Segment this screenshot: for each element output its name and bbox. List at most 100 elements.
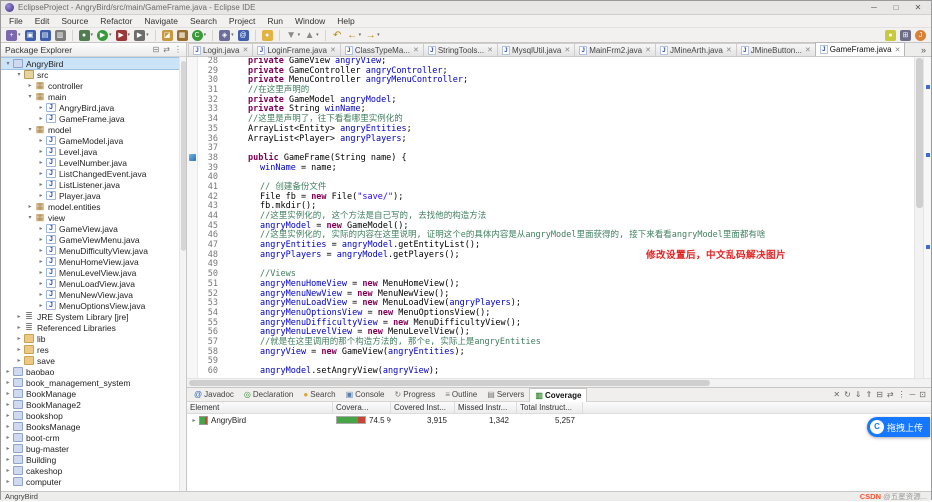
collapsed-arrow-icon[interactable]: ▸	[37, 170, 45, 177]
editor-tab-login-java[interactable]: JLogin.java✕	[188, 43, 253, 56]
view-menu-icon[interactable]: ⋮	[898, 390, 906, 399]
tree-item-gameframe-java[interactable]: ▸JGameFrame.java	[1, 113, 186, 124]
expanded-arrow-icon[interactable]: ▾	[26, 126, 34, 133]
bottom-tab-servers[interactable]: ▤Servers	[482, 388, 529, 402]
explorer-scrollbar-thumb[interactable]	[181, 61, 186, 251]
tree-item-bookshop[interactable]: ▸bookshop	[1, 410, 186, 421]
coverage-row-element[interactable]: ▸AngryBird	[187, 414, 333, 426]
close-tab-icon[interactable]: ✕	[726, 46, 732, 54]
menu-help[interactable]: Help	[331, 15, 360, 27]
toolbar-external-tools-button[interactable]: ▶▾	[133, 29, 150, 42]
toolbar-last-edit-location-button[interactable]: ↶	[331, 29, 344, 42]
tree-item-gameviewmenu-java[interactable]: ▸JGameViewMenu.java	[1, 234, 186, 245]
toolbar-create-jar-button[interactable]: ◈▾	[218, 29, 235, 42]
toolbar-javadoc-button[interactable]: @	[237, 29, 250, 42]
collapsed-arrow-icon[interactable]: ▸	[37, 104, 45, 111]
toolbar-previous-annotation-button[interactable]: ▲▾	[303, 29, 320, 42]
explorer-scrollbar[interactable]	[179, 57, 186, 491]
collapsed-arrow-icon[interactable]: ▸	[4, 456, 12, 463]
menu-source[interactable]: Source	[55, 15, 94, 27]
collapsed-arrow-icon[interactable]: ▸	[37, 137, 45, 144]
expanded-arrow-icon[interactable]: ▾	[26, 93, 34, 100]
bottom-tab-progress[interactable]: ↻Progress	[390, 388, 441, 402]
collapsed-arrow-icon[interactable]: ▸	[37, 159, 45, 166]
tree-item-baobao[interactable]: ▸baobao	[1, 366, 186, 377]
tree-item-menuloadview-java[interactable]: ▸JMenuLoadView.java	[1, 278, 186, 289]
code-line[interactable]: File fb = new File("save/");	[222, 193, 914, 203]
coverage-table-row[interactable]: ▸AngryBird74.5 %3,9151,3425,257	[187, 414, 931, 426]
tree-item-model[interactable]: ▾▦model	[1, 124, 186, 135]
collapsed-arrow-icon[interactable]: ▸	[190, 417, 198, 424]
collapse-all-icon[interactable]: ⊟	[876, 390, 883, 399]
editor-tab-mainfrm2-java[interactable]: JMainFrm2.java✕	[574, 43, 656, 56]
editor-vertical-scrollbar[interactable]	[914, 57, 923, 378]
collapsed-arrow-icon[interactable]: ▸	[37, 236, 45, 243]
code-line[interactable]: angryView = new GameView(angryEntities);	[222, 348, 914, 358]
tree-item-model-entities[interactable]: ▸▦model.entities	[1, 201, 186, 212]
tree-item-gameview-java[interactable]: ▸JGameView.java	[1, 223, 186, 234]
minimize-view-icon[interactable]: ─	[910, 390, 916, 399]
toolbar-coverage-button[interactable]: ▶▾	[115, 29, 132, 42]
collapsed-arrow-icon[interactable]: ▸	[37, 181, 45, 188]
tree-item-jre-system-library-jre[interactable]: ▸≣JRE System Library [jre]	[1, 311, 186, 322]
collapsed-arrow-icon[interactable]: ▸	[26, 82, 34, 89]
view-menu-icon[interactable]: ⋮	[174, 45, 182, 54]
tree-item-main[interactable]: ▾▦main	[1, 91, 186, 102]
code-line[interactable]: private MenuController angryMenuControll…	[222, 76, 914, 86]
toolbar-save-all-button[interactable]: ▤	[39, 29, 52, 42]
toolbar-java-perspective-button[interactable]: J	[914, 29, 927, 42]
bottom-tab-outline[interactable]: ≡Outline	[440, 388, 482, 402]
collapsed-arrow-icon[interactable]: ▸	[15, 313, 23, 320]
tree-item-player-java[interactable]: ▸JPlayer.java	[1, 190, 186, 201]
tree-item-save[interactable]: ▸save	[1, 355, 186, 366]
bottom-tab-javadoc[interactable]: @Javadoc	[189, 388, 239, 402]
collapsed-arrow-icon[interactable]: ▸	[37, 192, 45, 199]
menu-file[interactable]: File	[3, 15, 29, 27]
tree-item-cakeshop[interactable]: ▸cakeshop	[1, 465, 186, 476]
menu-refactor[interactable]: Refactor	[94, 15, 138, 27]
collapsed-arrow-icon[interactable]: ▸	[4, 467, 12, 474]
menu-window[interactable]: Window	[289, 15, 331, 27]
tree-item-levelnumber-java[interactable]: ▸JLevelNumber.java	[1, 157, 186, 168]
collapsed-arrow-icon[interactable]: ▸	[4, 368, 12, 375]
collapsed-arrow-icon[interactable]: ▸	[37, 280, 45, 287]
bottom-tab-console[interactable]: ▣Console	[341, 388, 390, 402]
code-area[interactable]: private GameView angryView;private GameC…	[222, 57, 914, 378]
collapsed-arrow-icon[interactable]: ▸	[4, 390, 12, 397]
tree-item-book-management-system[interactable]: ▸book_management_system	[1, 377, 186, 388]
toolbar-new-wizard-button[interactable]: +▾	[5, 29, 22, 42]
toolbar-new-package-button[interactable]: ▦	[176, 29, 189, 42]
collapsed-arrow-icon[interactable]: ▸	[37, 115, 45, 122]
toolbar-back-button[interactable]: ←▾	[346, 29, 363, 42]
collapsed-arrow-icon[interactable]: ▸	[37, 225, 45, 232]
code-editor[interactable]: 2829303132333435363738394041424344454647…	[187, 57, 931, 378]
collapsed-arrow-icon[interactable]: ▸	[37, 148, 45, 155]
tree-item-controller[interactable]: ▸▦controller	[1, 80, 186, 91]
collapsed-arrow-icon[interactable]: ▸	[37, 258, 45, 265]
toolbar-next-annotation-button[interactable]: ▼▾	[285, 29, 302, 42]
bottom-tab-coverage[interactable]: ▥Coverage	[529, 388, 587, 402]
editor-tab-jminebutton[interactable]: JJMineButton...✕	[736, 43, 816, 56]
tree-item-listchangedevent-java[interactable]: ▸JListChangedEvent.java	[1, 168, 186, 179]
menu-edit[interactable]: Edit	[29, 15, 56, 27]
editor-tab-loginframe-java[interactable]: JLoginFrame.java✕	[252, 43, 340, 56]
bottom-tab-declaration[interactable]: ◎Declaration	[239, 388, 298, 402]
overview-ruler[interactable]	[923, 57, 931, 378]
maximize-button[interactable]: □	[887, 1, 905, 14]
collapsed-arrow-icon[interactable]: ▸	[37, 247, 45, 254]
toolbar-forward-button[interactable]: →▾	[364, 29, 381, 42]
tree-item-src[interactable]: ▾src	[1, 69, 186, 80]
tree-item-menudifficultyview-java[interactable]: ▸JMenuDifficultyView.java	[1, 245, 186, 256]
menu-navigate[interactable]: Navigate	[138, 15, 184, 27]
tree-item-angrybird-java[interactable]: ▸JAngryBird.java	[1, 102, 186, 113]
collapsed-arrow-icon[interactable]: ▸	[37, 291, 45, 298]
code-line[interactable]: angryModel.setAngryView(angryView);	[222, 367, 914, 377]
clear-icon[interactable]: ✕	[833, 390, 840, 399]
tree-item-boot-crm[interactable]: ▸boot-crm	[1, 432, 186, 443]
tree-item-referenced-libraries[interactable]: ▸≣Referenced Libraries	[1, 322, 186, 333]
column-header-covera[interactable]: Covera...	[333, 402, 391, 413]
close-tab-icon[interactable]: ✕	[895, 46, 901, 54]
collapse-all-icon[interactable]: ⊟	[153, 45, 160, 54]
code-line[interactable]: winName = name;	[222, 164, 914, 174]
collapsed-arrow-icon[interactable]: ▸	[15, 357, 23, 364]
